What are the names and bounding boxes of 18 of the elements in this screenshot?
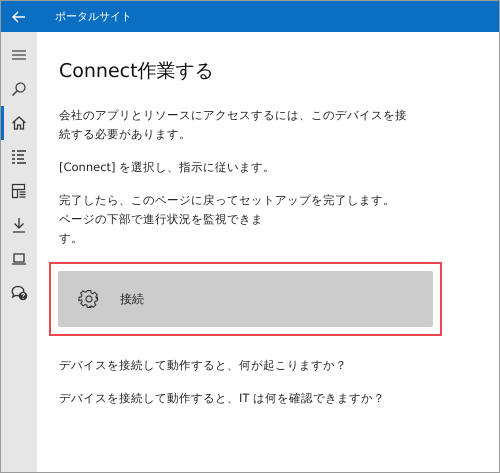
- page-heading: Connect作業する: [59, 59, 215, 84]
- download-icon: [11, 217, 27, 233]
- list-icon: [11, 149, 27, 165]
- window-title: ポータルサイト: [55, 9, 132, 24]
- instruction-text: 会社のアプリとリソースにアクセスするには、このデバイスを接 続する必要があります。: [59, 107, 408, 143]
- help-link[interactable]: デバイスを接続して動作すると、IT は何を確認できますか？: [59, 391, 386, 406]
- search-icon: [11, 81, 27, 97]
- help-chat-icon: [10, 285, 28, 301]
- gear-icon: [78, 288, 100, 310]
- back-arrow-icon: [12, 10, 26, 22]
- connect-button[interactable]: 接続: [58, 271, 433, 327]
- grid-icon: [11, 183, 27, 199]
- instruction-text: 完了したら、このページに戻ってセットアップを完了します。 ページの下部で進行状況を監視できま す。: [59, 192, 396, 247]
- laptop-icon: [11, 252, 27, 266]
- menu-icon: [11, 48, 27, 62]
- instruction-text: [Connect] を選択し、指示に従います。: [59, 159, 276, 176]
- home-icon: [11, 115, 27, 131]
- help-link[interactable]: デバイスを接続して動作すると、何が起こりますか？: [59, 358, 347, 373]
